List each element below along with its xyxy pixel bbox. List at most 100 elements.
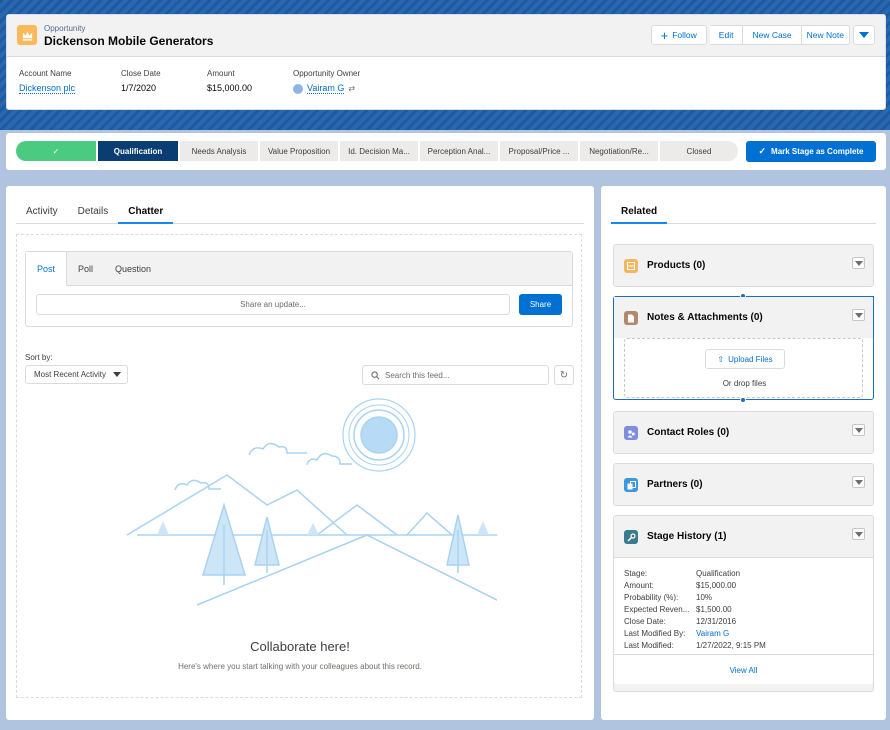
partners-title[interactable]: Partners (0) xyxy=(647,479,703,490)
notes-card-header: Notes & Attachments (0) xyxy=(614,297,873,338)
empty-state-title: Collaborate here! xyxy=(250,639,350,654)
path-stage-negotiation[interactable]: Negotiation/Re... xyxy=(580,141,658,161)
opportunity-icon xyxy=(17,25,37,45)
resize-handle[interactable] xyxy=(740,397,746,403)
path-stage-value-proposition[interactable]: Value Proposition xyxy=(260,141,338,161)
detail-label: Last Modified By: xyxy=(624,629,686,638)
main-content: Activity Details Chatter Post Poll Quest… xyxy=(6,186,594,720)
edit-button[interactable]: Edit xyxy=(709,25,744,45)
chatter-panel: Post Poll Question Share an update... Sh… xyxy=(16,234,582,698)
contact-roles-icon xyxy=(624,426,638,440)
plus-icon: + xyxy=(660,27,669,43)
sort-label: Sort by: xyxy=(25,353,53,362)
refresh-icon: ↻ xyxy=(559,369,569,381)
header-actions: + Follow Edit New Case New Note xyxy=(650,25,875,45)
mark-stage-label: Mark Stage as Complete xyxy=(771,147,864,156)
file-drop-zone[interactable]: ⇧ Upload Files Or drop files xyxy=(624,338,863,398)
change-owner-icon[interactable]: ⇄ xyxy=(348,84,355,93)
contact-roles-title[interactable]: Contact Roles (0) xyxy=(647,427,729,438)
modified-by-link[interactable]: Vairam G xyxy=(696,628,729,640)
detail-label: Probability (%): xyxy=(624,593,679,602)
detail-label: Last Modified: xyxy=(624,641,674,650)
publisher: Post Poll Question Share an update... Sh… xyxy=(25,251,573,327)
notes-title[interactable]: Notes & Attachments (0) xyxy=(647,312,763,323)
detail-value: 10% xyxy=(696,593,713,602)
upload-icon: ⇧ xyxy=(717,354,725,364)
path-stage-closed[interactable]: Closed xyxy=(660,141,738,161)
products-menu-button[interactable] xyxy=(852,257,865,269)
account-link[interactable]: Dickenson plc xyxy=(19,83,76,94)
path-stage-needs-analysis[interactable]: Needs Analysis xyxy=(180,141,258,161)
highlight-label: Opportunity Owner xyxy=(293,69,361,78)
path-stage-qualification[interactable]: Qualification xyxy=(98,141,178,161)
check-icon: ✓ xyxy=(758,146,767,156)
record-header: Opportunity Dickenson Mobile Generators … xyxy=(6,14,886,110)
empty-state-subtitle: Here's where you start talking with your… xyxy=(178,662,422,671)
view-all-link[interactable]: View All xyxy=(614,654,873,684)
publisher-tab-poll[interactable]: Poll xyxy=(67,252,104,285)
products-title[interactable]: Products (0) xyxy=(647,260,705,271)
tab-related[interactable]: Related xyxy=(611,196,668,224)
publisher-tab-question[interactable]: Question xyxy=(104,252,162,285)
notes-menu-button[interactable] xyxy=(852,309,865,321)
tab-activity[interactable]: Activity xyxy=(16,196,68,224)
highlight-value: $15,000.00 xyxy=(207,83,253,93)
partners-icon xyxy=(624,478,638,492)
upload-files-button[interactable]: ⇧ Upload Files xyxy=(705,349,785,369)
path-stage-perception[interactable]: Perception Anal... xyxy=(420,141,498,161)
mark-stage-complete-button[interactable]: ✓ Mark Stage as Complete xyxy=(746,141,876,162)
contact-roles-menu-button[interactable] xyxy=(852,424,865,436)
search-feed-input[interactable]: Search this feed... xyxy=(362,365,549,385)
mountains-illustration xyxy=(126,398,497,606)
partners-header: Partners (0) xyxy=(614,464,873,505)
detail-row: Amount: $15,000.00 xyxy=(624,580,863,592)
products-card-header: Products (0) xyxy=(614,245,873,286)
highlight-label: Close Date xyxy=(121,69,161,78)
highlight-amount: Amount $15,000.00 xyxy=(207,69,293,94)
sort-select[interactable]: Most Recent Activity xyxy=(25,365,128,384)
chevron-down-icon xyxy=(859,32,869,38)
path-stages: ✓ Qualification Needs Analysis Value Pro… xyxy=(16,141,740,161)
refresh-button[interactable]: ↻ xyxy=(554,365,574,385)
highlight-value: 1/7/2020 xyxy=(121,83,157,93)
tab-details[interactable]: Details xyxy=(68,196,119,224)
path-stage-complete[interactable]: ✓ xyxy=(16,141,96,161)
wrench-icon xyxy=(624,530,638,544)
path-stage-proposal[interactable]: Proposal/Price ... xyxy=(500,141,578,161)
follow-label: Follow xyxy=(672,30,697,40)
detail-label: Amount: xyxy=(624,581,654,590)
sales-path: ✓ Qualification Needs Analysis Value Pro… xyxy=(6,133,886,170)
new-case-button[interactable]: New Case xyxy=(743,25,802,45)
notes-icon xyxy=(624,311,638,325)
more-actions-button[interactable] xyxy=(853,25,875,45)
owner-link[interactable]: Vairam G xyxy=(307,83,345,94)
highlight-close-date: Close Date 1/7/2020 xyxy=(121,69,207,94)
highlight-account: Account Name Dickenson plc xyxy=(19,69,121,94)
related-tabs: Related xyxy=(611,196,876,224)
highlights-panel: Account Name Dickenson plc Close Date 1/… xyxy=(19,69,413,94)
stage-history-menu-button[interactable] xyxy=(852,528,865,540)
record-header-top: Opportunity Dickenson Mobile Generators … xyxy=(7,15,885,57)
follow-button[interactable]: + Follow xyxy=(650,25,707,45)
stage-history-details: Stage: Qualification Amount: $15,000.00 Pr… xyxy=(614,557,873,654)
path-stage-id-decision[interactable]: Id. Decision Ma... xyxy=(340,141,418,161)
publisher-tab-post[interactable]: Post xyxy=(26,252,68,287)
partners-menu-button[interactable] xyxy=(852,476,865,488)
detail-label: Stage: xyxy=(624,569,648,578)
detail-row: Probability (%): 10% xyxy=(624,592,863,604)
sort-value: Most Recent Activity xyxy=(34,370,107,379)
stage-history-title[interactable]: Stage History (1) xyxy=(647,531,726,542)
share-update-input[interactable]: Share an update... xyxy=(36,294,510,315)
new-note-button[interactable]: New Note xyxy=(801,25,850,45)
search-placeholder: Search this feed... xyxy=(385,370,450,380)
detail-row: Last Modified: 1/27/2022, 9:15 PM xyxy=(624,640,863,652)
highlight-owner: Opportunity Owner Vairam G ⇄ xyxy=(293,69,413,94)
tab-chatter[interactable]: Chatter xyxy=(118,196,174,224)
upload-label: Upload Files xyxy=(728,354,773,364)
detail-label: Close Date: xyxy=(624,617,666,626)
share-button[interactable]: Share xyxy=(519,294,562,315)
products-icon xyxy=(624,259,638,273)
stage-history-header: Stage History (1) xyxy=(614,516,873,557)
publisher-tabs: Post Poll Question xyxy=(26,252,572,287)
avatar xyxy=(293,83,303,94)
